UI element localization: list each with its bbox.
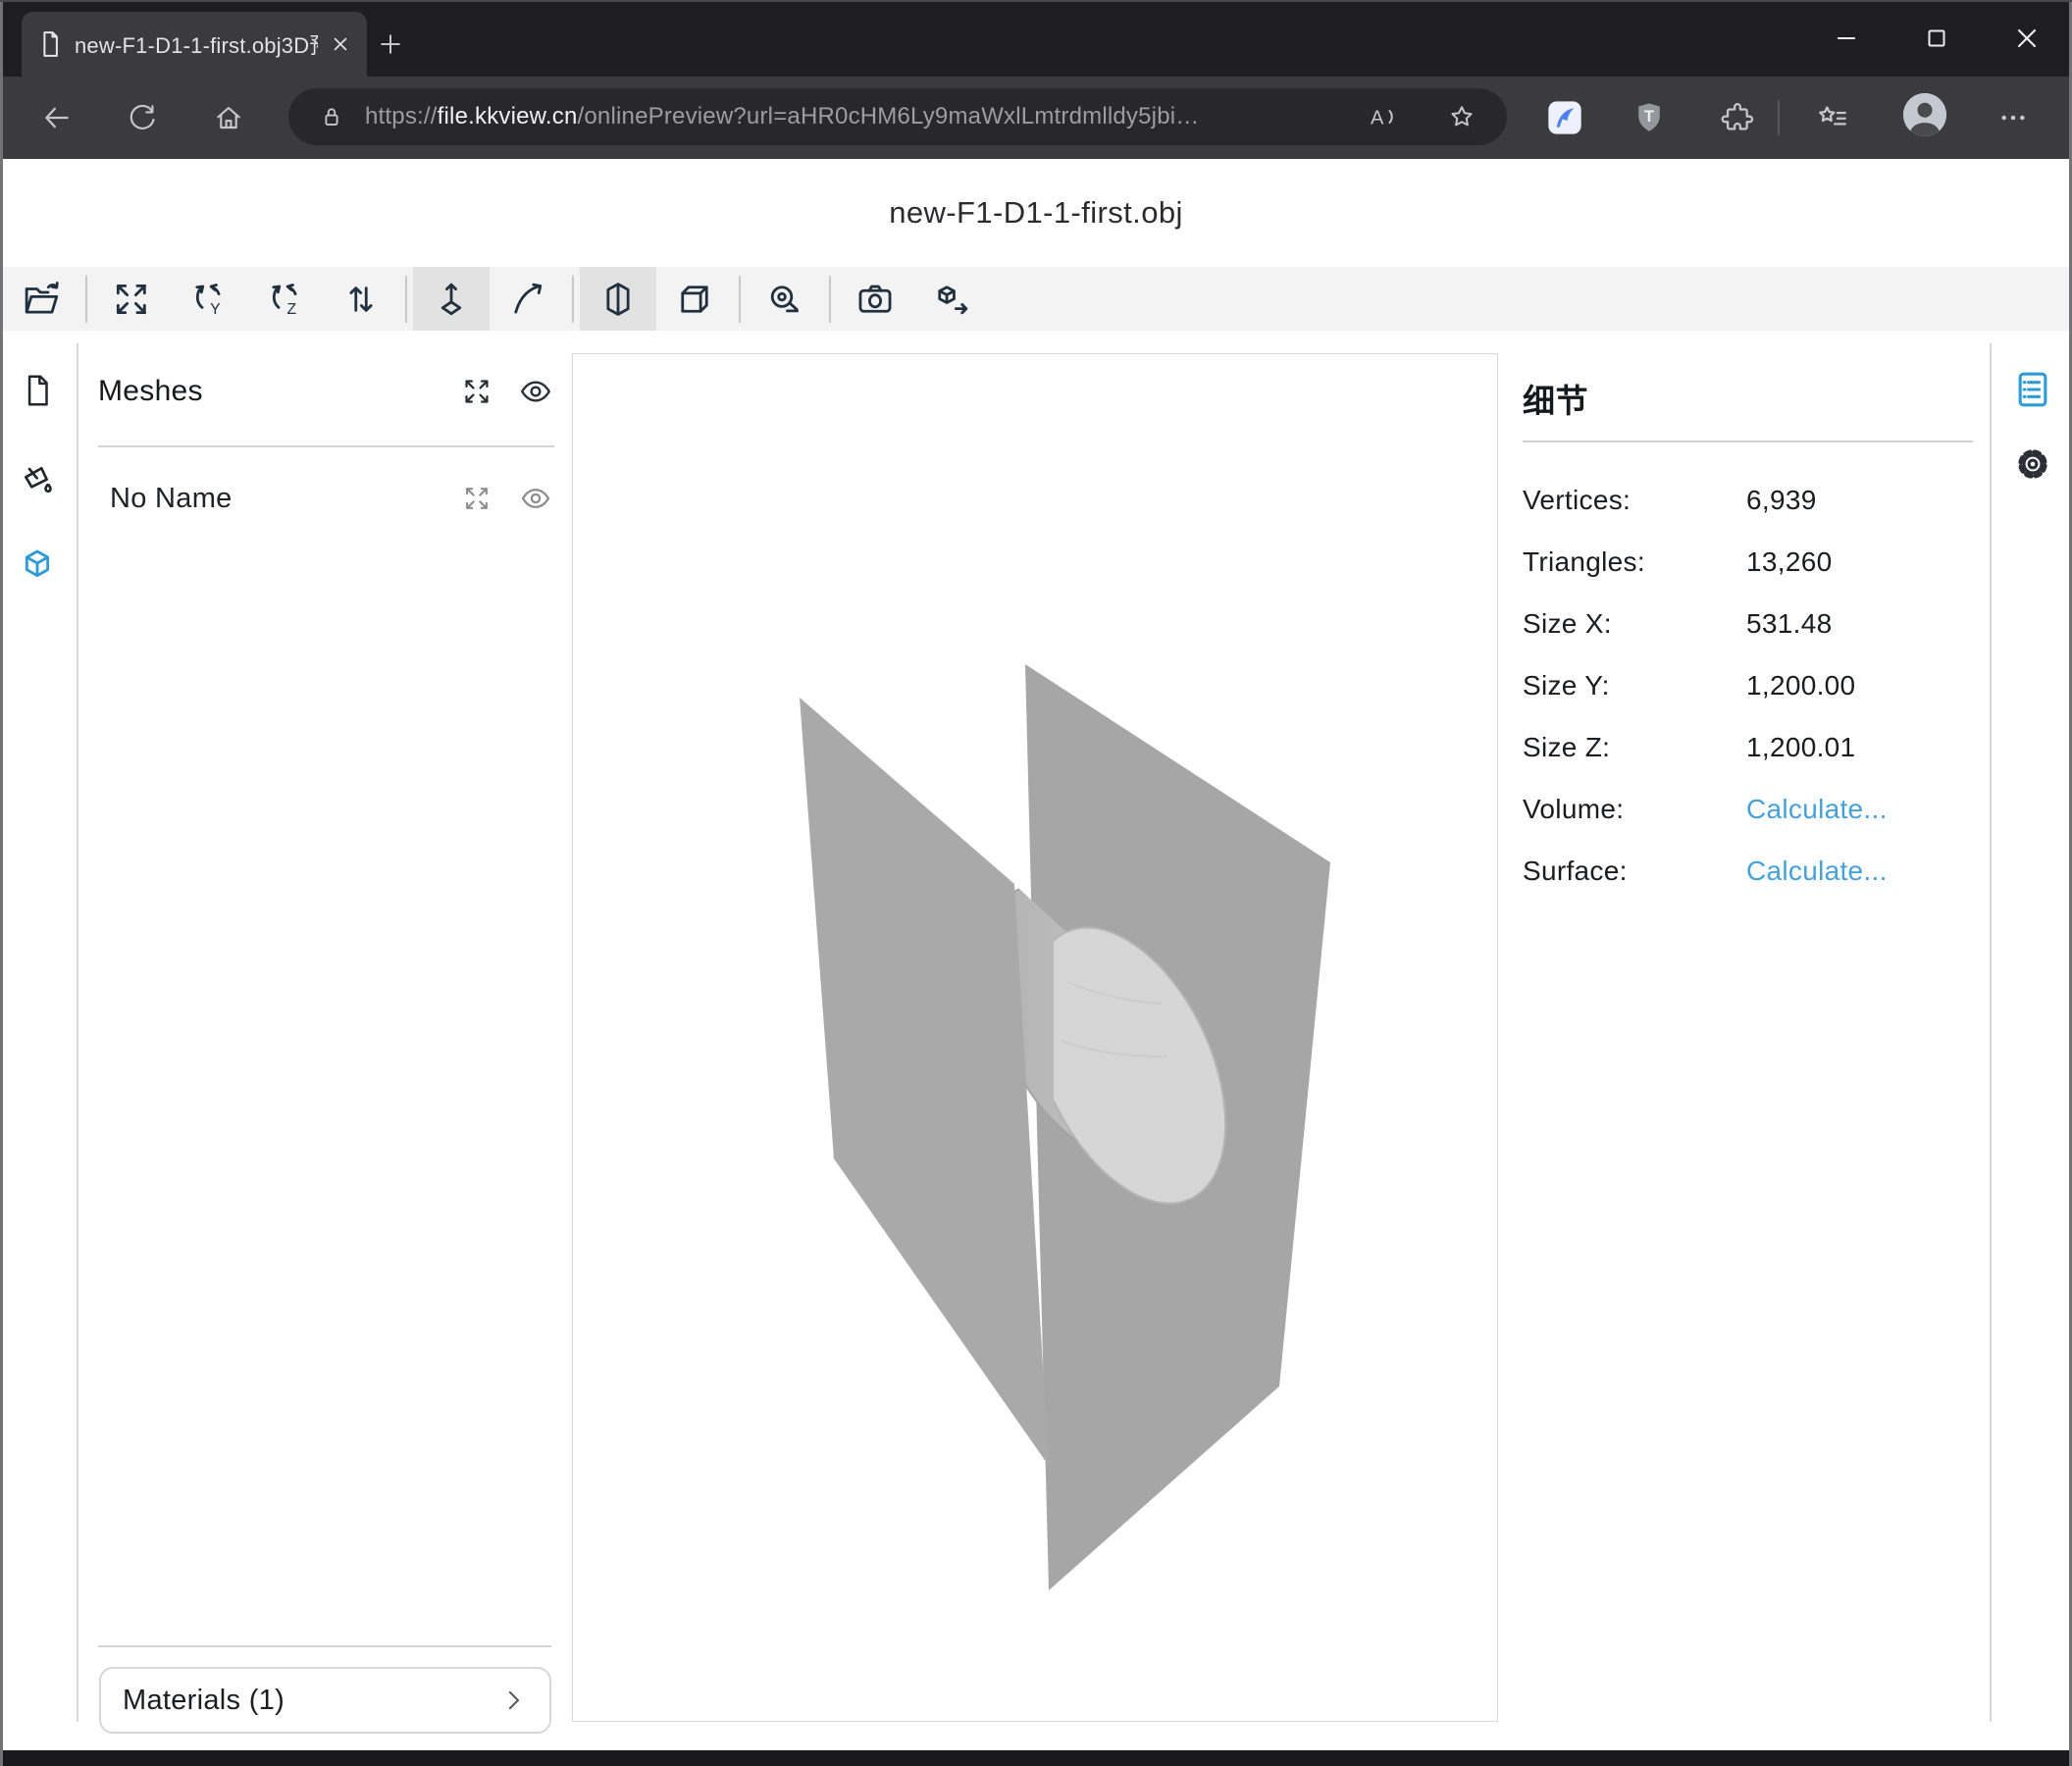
details-row: Triangles: 13,260 — [1523, 531, 1974, 593]
mesh-list-item[interactable]: No Name — [110, 471, 554, 526]
3d-model-render — [573, 354, 1497, 1721]
window-bottom-frame — [0, 1750, 2072, 1766]
read-aloud-icon[interactable]: A — [1361, 95, 1404, 138]
tool-divider — [85, 276, 87, 323]
minimize-button[interactable] — [1801, 0, 1891, 77]
solid-view-icon[interactable] — [656, 267, 733, 331]
mesh-name: No Name — [110, 483, 437, 515]
visibility-mesh-eye-icon[interactable] — [517, 480, 554, 517]
orbit-icon[interactable] — [490, 267, 566, 331]
meshes-panel-title: Meshes — [98, 375, 437, 408]
materials-button-label: Materials (1) — [123, 1685, 498, 1717]
svg-text:A: A — [1371, 107, 1384, 129]
extension-bird-icon[interactable] — [1543, 96, 1586, 139]
rotate-z-icon[interactable]: Z — [246, 267, 323, 331]
details-panel-title: 细节 — [1523, 375, 1974, 422]
meshes-separator — [98, 445, 554, 447]
open-model-icon[interactable] — [3, 267, 79, 331]
svg-text:Y: Y — [210, 300, 221, 317]
calculate-volume-link[interactable]: Calculate... — [1746, 794, 1974, 825]
tab-favicon-icon — [35, 29, 65, 59]
tab-title: new-F1-D1-1-first.obj3D预览 — [75, 28, 318, 60]
browser-window: new-F1-D1-1-first.obj3D预览 — [0, 0, 2072, 1766]
avatar[interactable] — [1903, 93, 1946, 136]
move-axis-icon[interactable] — [413, 267, 490, 331]
shaded-view-icon[interactable] — [580, 267, 656, 331]
window-controls — [1801, 0, 2072, 77]
measure-icon[interactable] — [747, 267, 823, 331]
svg-text:T: T — [1644, 107, 1654, 126]
new-tab-button[interactable] — [369, 23, 412, 66]
details-row: Size Z: 1,200.01 — [1523, 716, 1974, 778]
tool-divider — [405, 276, 407, 323]
meshes-panel-header: Meshes — [98, 363, 554, 420]
model-viewport[interactable] — [572, 353, 1498, 1722]
tab-strip: new-F1-D1-1-first.obj3D预览 — [0, 0, 2072, 77]
details-separator — [1523, 441, 1973, 442]
visibility-all-eye-icon[interactable] — [517, 373, 554, 410]
tool-divider — [829, 276, 831, 323]
details-rows: Vertices: 6,939 Triangles: 13,260 Size X… — [1523, 469, 1974, 902]
extension-shield-icon[interactable]: T — [1628, 96, 1671, 139]
more-options-icon[interactable] — [1992, 96, 2035, 139]
details-row: Surface: Calculate... — [1523, 840, 1974, 902]
settings-gear-icon[interactable] — [2010, 442, 2055, 487]
model-tree-icon[interactable] — [18, 545, 57, 585]
details-row: Vertices: 6,939 — [1523, 469, 1974, 531]
model-left-plane — [800, 698, 1049, 1466]
window-left-frame — [0, 0, 3, 1766]
favorite-star-icon[interactable] — [1440, 95, 1483, 138]
details-list-icon[interactable] — [2010, 367, 2055, 412]
svg-text:Z: Z — [286, 300, 296, 317]
fit-mesh-icon[interactable] — [458, 480, 495, 517]
flip-vertical-icon[interactable] — [323, 267, 399, 331]
url-text[interactable]: https://file.kkview.cn/onlinePreview?url… — [365, 88, 1200, 145]
refresh-icon[interactable] — [121, 96, 164, 139]
window-close-button[interactable] — [1982, 0, 2072, 77]
materials-button[interactable]: Materials (1) — [99, 1667, 551, 1734]
viewer-toolbar: Y Z — [0, 267, 2072, 331]
window-top-frame — [0, 0, 2072, 2]
home-icon[interactable] — [207, 96, 250, 139]
browser-tab[interactable]: new-F1-D1-1-first.obj3D预览 — [22, 12, 367, 77]
right-rail-divider — [1990, 343, 1992, 1722]
fit-all-icon[interactable] — [458, 373, 495, 410]
extensions-puzzle-icon[interactable] — [1716, 96, 1759, 139]
materials-icon[interactable] — [18, 461, 57, 500]
calculate-surface-link[interactable]: Calculate... — [1746, 856, 1974, 887]
file-info-icon[interactable] — [18, 371, 57, 410]
tab-close-icon[interactable] — [328, 31, 353, 57]
rotate-y-icon[interactable]: Y — [170, 267, 246, 331]
toolbar-divider — [1778, 100, 1780, 135]
address-bar[interactable]: https://file.kkview.cn/onlinePreview?url… — [288, 88, 1507, 145]
rail-divider — [77, 343, 78, 1722]
details-panel: 细节 Vertices: 6,939 Triangles: 13,260 Siz… — [1523, 375, 1974, 422]
back-icon[interactable] — [35, 96, 78, 139]
lock-icon[interactable] — [310, 95, 353, 138]
document-title: new-F1-D1-1-first.obj — [889, 195, 1183, 231]
document-title-bar: new-F1-D1-1-first.obj — [0, 159, 2072, 267]
fit-view-icon[interactable] — [93, 267, 170, 331]
screenshot-icon[interactable] — [837, 267, 913, 331]
details-row: Size Y: 1,200.00 — [1523, 654, 1974, 716]
details-row: Volume: Calculate... — [1523, 778, 1974, 840]
navigation-bar: https://file.kkview.cn/onlinePreview?url… — [0, 77, 2072, 159]
tool-divider — [572, 276, 574, 323]
favorites-list-icon[interactable] — [1811, 96, 1854, 139]
details-row: Size X: 531.48 — [1523, 593, 1974, 654]
chevron-right-icon — [498, 1686, 528, 1715]
export-model-icon[interactable] — [913, 267, 990, 331]
tool-divider — [739, 276, 741, 323]
materials-separator — [98, 1645, 551, 1647]
maximize-button[interactable] — [1891, 0, 1982, 77]
